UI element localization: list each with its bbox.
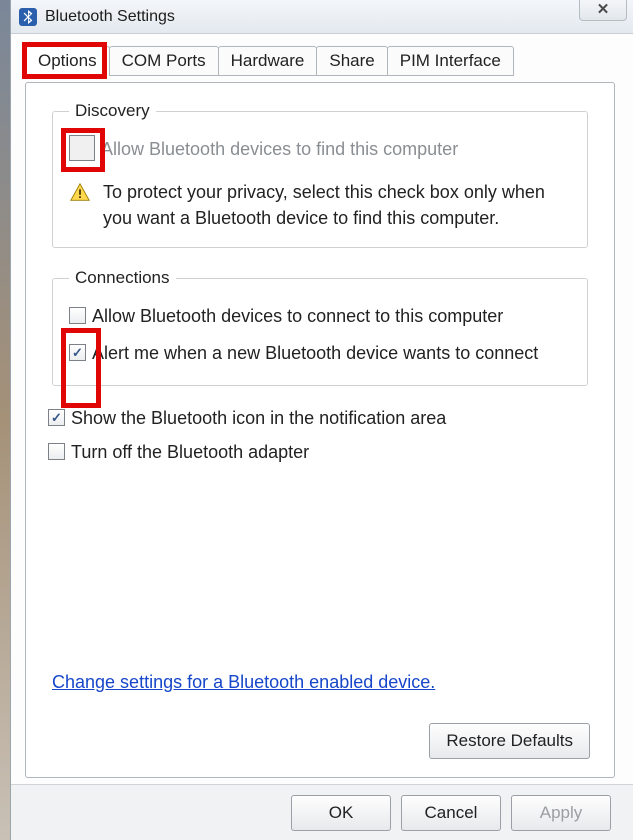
allow-connect-checkbox[interactable]	[69, 307, 86, 324]
alert-connect-checkbox[interactable]	[69, 344, 86, 361]
tab-share[interactable]: Share	[316, 46, 387, 76]
tab-pim-interface[interactable]: PIM Interface	[387, 46, 514, 76]
discovery-warning-text: To protect your privacy, select this che…	[103, 179, 571, 231]
allow-connect-label: Allow Bluetooth devices to connect to th…	[92, 304, 503, 328]
alert-connect-label: Alert me when a new Bluetooth device wan…	[92, 341, 538, 365]
dialog-footer: OK Cancel Apply	[11, 784, 633, 840]
restore-defaults-button[interactable]: Restore Defaults	[429, 723, 590, 759]
turn-off-adapter-checkbox[interactable]	[48, 443, 65, 460]
apply-button[interactable]: Apply	[511, 795, 611, 831]
warning-icon	[69, 182, 91, 204]
tab-options[interactable]: Options	[25, 46, 110, 76]
turn-off-adapter-label: Turn off the Bluetooth adapter	[71, 440, 309, 464]
bluetooth-icon	[19, 8, 37, 26]
ok-button[interactable]: OK	[291, 795, 391, 831]
cancel-button[interactable]: Cancel	[401, 795, 501, 831]
titlebar: Bluetooth Settings ✕	[11, 0, 633, 34]
close-icon: ✕	[597, 0, 610, 18]
close-button[interactable]: ✕	[579, 0, 627, 21]
bluetooth-settings-window: Bluetooth Settings ✕ Options COM Ports H…	[10, 0, 633, 840]
show-icon-checkbox[interactable]	[48, 409, 65, 426]
tab-strip: Options COM Ports Hardware Share PIM Int…	[25, 46, 633, 76]
show-icon-label: Show the Bluetooth icon in the notificat…	[71, 406, 446, 430]
allow-discovery-checkbox[interactable]	[69, 135, 95, 161]
window-title: Bluetooth Settings	[45, 8, 175, 26]
connections-legend: Connections	[69, 268, 176, 288]
tab-com-ports[interactable]: COM Ports	[109, 46, 219, 76]
allow-discovery-label: Allow Bluetooth devices to find this com…	[101, 137, 458, 161]
tab-hardware[interactable]: Hardware	[218, 46, 318, 76]
desktop-edge	[0, 0, 10, 840]
options-panel: Discovery Allow Bluetooth devices to fin…	[25, 82, 615, 778]
discovery-legend: Discovery	[69, 101, 156, 121]
discovery-group: Discovery Allow Bluetooth devices to fin…	[52, 101, 588, 248]
change-device-settings-link[interactable]: Change settings for a Bluetooth enabled …	[52, 672, 435, 693]
connections-group: Connections Allow Bluetooth devices to c…	[52, 268, 588, 386]
